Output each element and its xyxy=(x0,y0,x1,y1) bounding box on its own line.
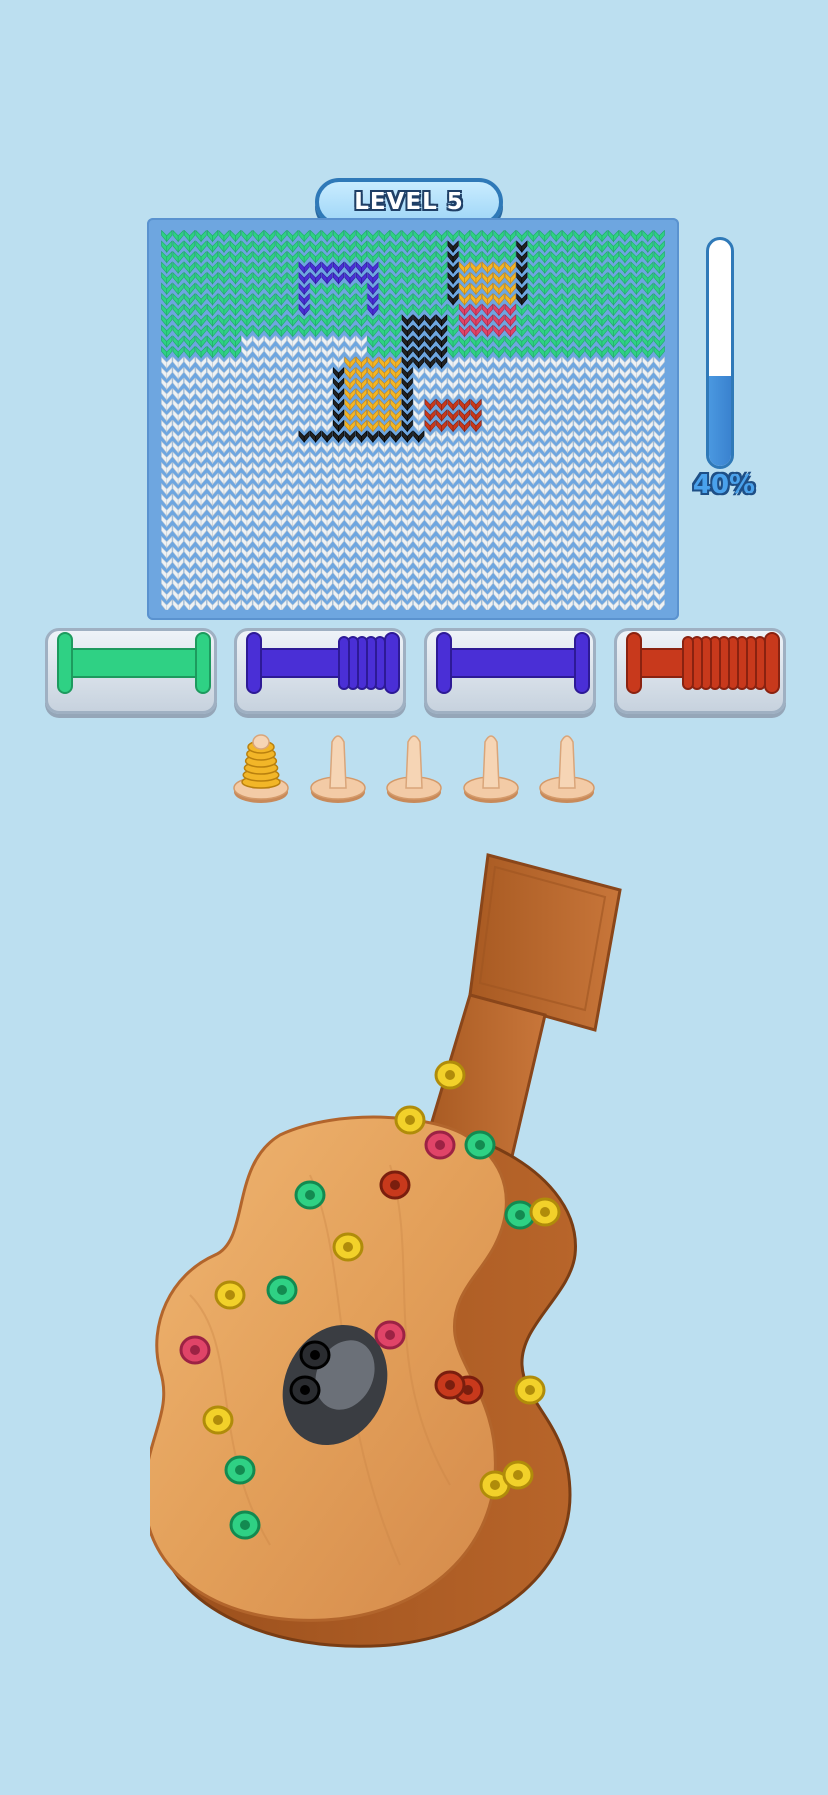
knit-pattern xyxy=(161,230,665,610)
spool-red[interactable] xyxy=(617,627,789,713)
peg-1[interactable] xyxy=(231,728,291,806)
progress-fill xyxy=(709,375,731,466)
progress-bar xyxy=(706,237,734,469)
spool-slot-2[interactable] xyxy=(234,628,406,714)
peg-2[interactable] xyxy=(308,728,368,806)
spool-purple[interactable] xyxy=(427,627,599,713)
peg-3[interactable] xyxy=(384,728,444,806)
spool-green[interactable] xyxy=(48,627,220,713)
peg-4[interactable] xyxy=(461,728,521,806)
spool-slot-3[interactable] xyxy=(424,628,596,714)
spool-slot-1[interactable] xyxy=(45,628,217,714)
wooden-guitar[interactable] xyxy=(150,845,630,1675)
progress-percent: 40% xyxy=(692,470,756,500)
peg-5[interactable] xyxy=(537,728,597,806)
knitting-board xyxy=(147,218,679,620)
spool-purple-partial[interactable] xyxy=(237,627,409,713)
spool-slot-4[interactable] xyxy=(614,628,786,714)
level-label: LEVEL 5 xyxy=(354,189,464,215)
